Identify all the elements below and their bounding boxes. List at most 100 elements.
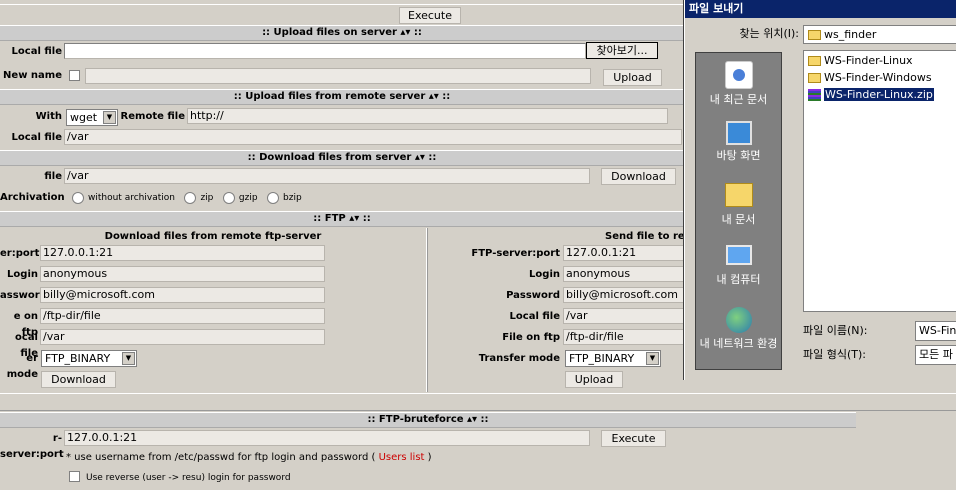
filename-input[interactable]: WS-Fin [915,321,956,341]
left-mode-select[interactable]: FTP_BINARY ▼ [41,350,137,367]
with-select-value: wget [70,111,98,124]
filetype-label: 파일 형식(T): [803,348,866,361]
file-item-selected[interactable]: WS-Finder-Linux.zip [808,87,934,102]
place-computer[interactable]: 내 컴퓨터 [696,245,781,287]
place-computer-label: 내 컴퓨터 [716,273,761,286]
chevron-down-icon: ▼ [122,352,135,365]
place-recent-label: 내 최근 문서 [709,93,768,106]
bruteforce-header[interactable]: :: FTP-bruteforce ▴▾ :: [0,412,856,428]
upload-server-header[interactable]: :: Upload files on server ▴▾ :: [0,25,684,41]
radio-zip[interactable] [184,192,197,204]
folder-icon [808,73,821,83]
download-server-header[interactable]: :: Download files from server ▴▾ :: [0,150,684,166]
new-name-label: New name [3,70,62,81]
brute-note-suffix: ) [427,452,432,463]
archivation-options: without archivation zip gzip bzip [66,190,366,206]
right-local-file-label: Local file [509,311,560,322]
users-list-link[interactable]: Users list [379,452,425,463]
ftp-header[interactable]: :: FTP ▴▾ :: [0,211,684,227]
remote-local-file-label: Local file [11,132,62,143]
right-server-label: FTP-server:port [471,248,560,259]
with-select[interactable]: wget ▼ [66,109,118,126]
folder-icon [808,30,821,40]
new-name-input[interactable] [85,68,591,84]
my-documents-icon [724,183,753,207]
place-recent[interactable]: 내 최근 문서 [696,61,781,107]
right-server-input[interactable]: 127.0.0.1:21 [563,245,684,261]
upload-button[interactable]: Upload [603,69,662,86]
remote-file-label: Remote file [120,111,185,122]
right-password-input[interactable]: billy@microsoft.com [563,287,684,303]
option-gzip: gzip [238,193,258,203]
left-login-label: Login [7,269,38,280]
left-mode-value: FTP_BINARY [45,352,111,365]
new-name-checkbox[interactable] [69,70,80,81]
local-file-label: Local file [11,46,62,57]
zip-archive-icon [808,89,821,101]
local-file-input[interactable] [64,43,586,59]
place-documents[interactable]: 내 문서 [696,183,781,227]
left-server-label: er:port [0,248,40,259]
folder-icon [808,56,821,66]
left-password-input[interactable]: billy@microsoft.com [40,287,325,303]
radio-bzip[interactable] [267,192,280,204]
reverse-label: Use reverse (user -> resu) login for pas… [86,473,291,483]
lookin-select[interactable]: ws_finder [803,25,956,44]
download-file-input[interactable]: /var [64,168,590,184]
filetype-select[interactable]: 모든 파 [915,345,956,365]
right-mode-value: FTP_BINARY [569,352,635,365]
network-icon [725,307,752,333]
brute-server-input[interactable]: 127.0.0.1:21 [64,430,590,446]
recent-documents-icon [724,61,753,89]
right-file-on-ftp-input[interactable]: /ftp-dir/file [563,329,684,345]
download-file-label: file [44,171,62,182]
radio-gzip[interactable] [222,192,235,204]
left-mode-label: er mode [6,353,38,380]
brute-note-prefix: * use username from /etc/passwd for ftp … [66,452,376,463]
lookin-value: ws_finder [824,28,877,41]
place-desktop[interactable]: 바탕 화면 [696,121,781,163]
brute-execute-button[interactable]: Execute [601,430,666,447]
file-list: WS-Finder-Linux WS-Finder-Windows WS-Fin… [803,50,956,312]
left-local-file-input[interactable]: /var [40,329,325,345]
left-password-label: assword [0,290,47,301]
upload-remote-header[interactable]: :: Upload files from remote server ▴▾ :: [0,89,684,105]
ftp-download-button[interactable]: Download [41,371,116,388]
ftp-left-title: Download files from remote ftp-server [104,231,322,242]
option-without-archivation: without archivation [88,193,175,203]
reverse-checkbox[interactable] [69,471,80,482]
remote-file-input[interactable]: http:// [187,108,668,124]
file-item[interactable]: WS-Finder-Windows [808,70,932,85]
ftp-upload-button[interactable]: Upload [565,371,623,388]
radio-without-archivation[interactable] [72,192,84,204]
file-item-label: WS-Finder-Linux [824,54,913,67]
left-server-input[interactable]: 127.0.0.1:21 [40,245,325,261]
filename-label: 파일 이름(N): [803,324,868,337]
execute-top-button[interactable]: Execute [399,7,461,24]
places-bar: 내 최근 문서 바탕 화면 내 문서 내 컴퓨터 내 네트워크 환경 [695,52,782,370]
top-divider [0,0,684,5]
browse-button[interactable]: 찾아보기... [586,42,658,59]
right-login-label: Login [529,269,560,280]
right-mode-select[interactable]: FTP_BINARY ▼ [565,350,661,367]
chevron-down-icon: ▼ [646,352,659,365]
ftp-right-title: Send file to re [605,231,684,242]
place-network[interactable]: 내 네트워크 환경 [696,307,781,351]
option-bzip: bzip [283,193,302,203]
chevron-down-icon: ▼ [103,111,116,124]
place-documents-label: 내 문서 [721,213,756,226]
left-file-on-ftp-input[interactable]: /ftp-dir/file [40,308,325,324]
dialog-title: 파일 보내기 [685,0,956,18]
my-computer-icon [725,245,752,265]
remote-local-file-input[interactable]: /var [64,129,682,145]
right-login-input[interactable]: anonymous [563,266,684,282]
right-local-file-input[interactable]: /var [563,308,684,324]
file-item[interactable]: WS-Finder-Linux [808,53,913,68]
brute-note: * use username from /etc/passwd for ftp … [66,450,432,466]
option-zip: zip [200,193,214,203]
download-button[interactable]: Download [601,168,676,185]
file-dialog: 파일 보내기 찾는 위치(I): ws_finder 내 최근 문서 바탕 화면… [684,0,956,380]
left-login-input[interactable]: anonymous [40,266,325,282]
file-item-label: WS-Finder-Windows [824,71,932,84]
lookin-label: 찾는 위치(I): [739,27,799,40]
